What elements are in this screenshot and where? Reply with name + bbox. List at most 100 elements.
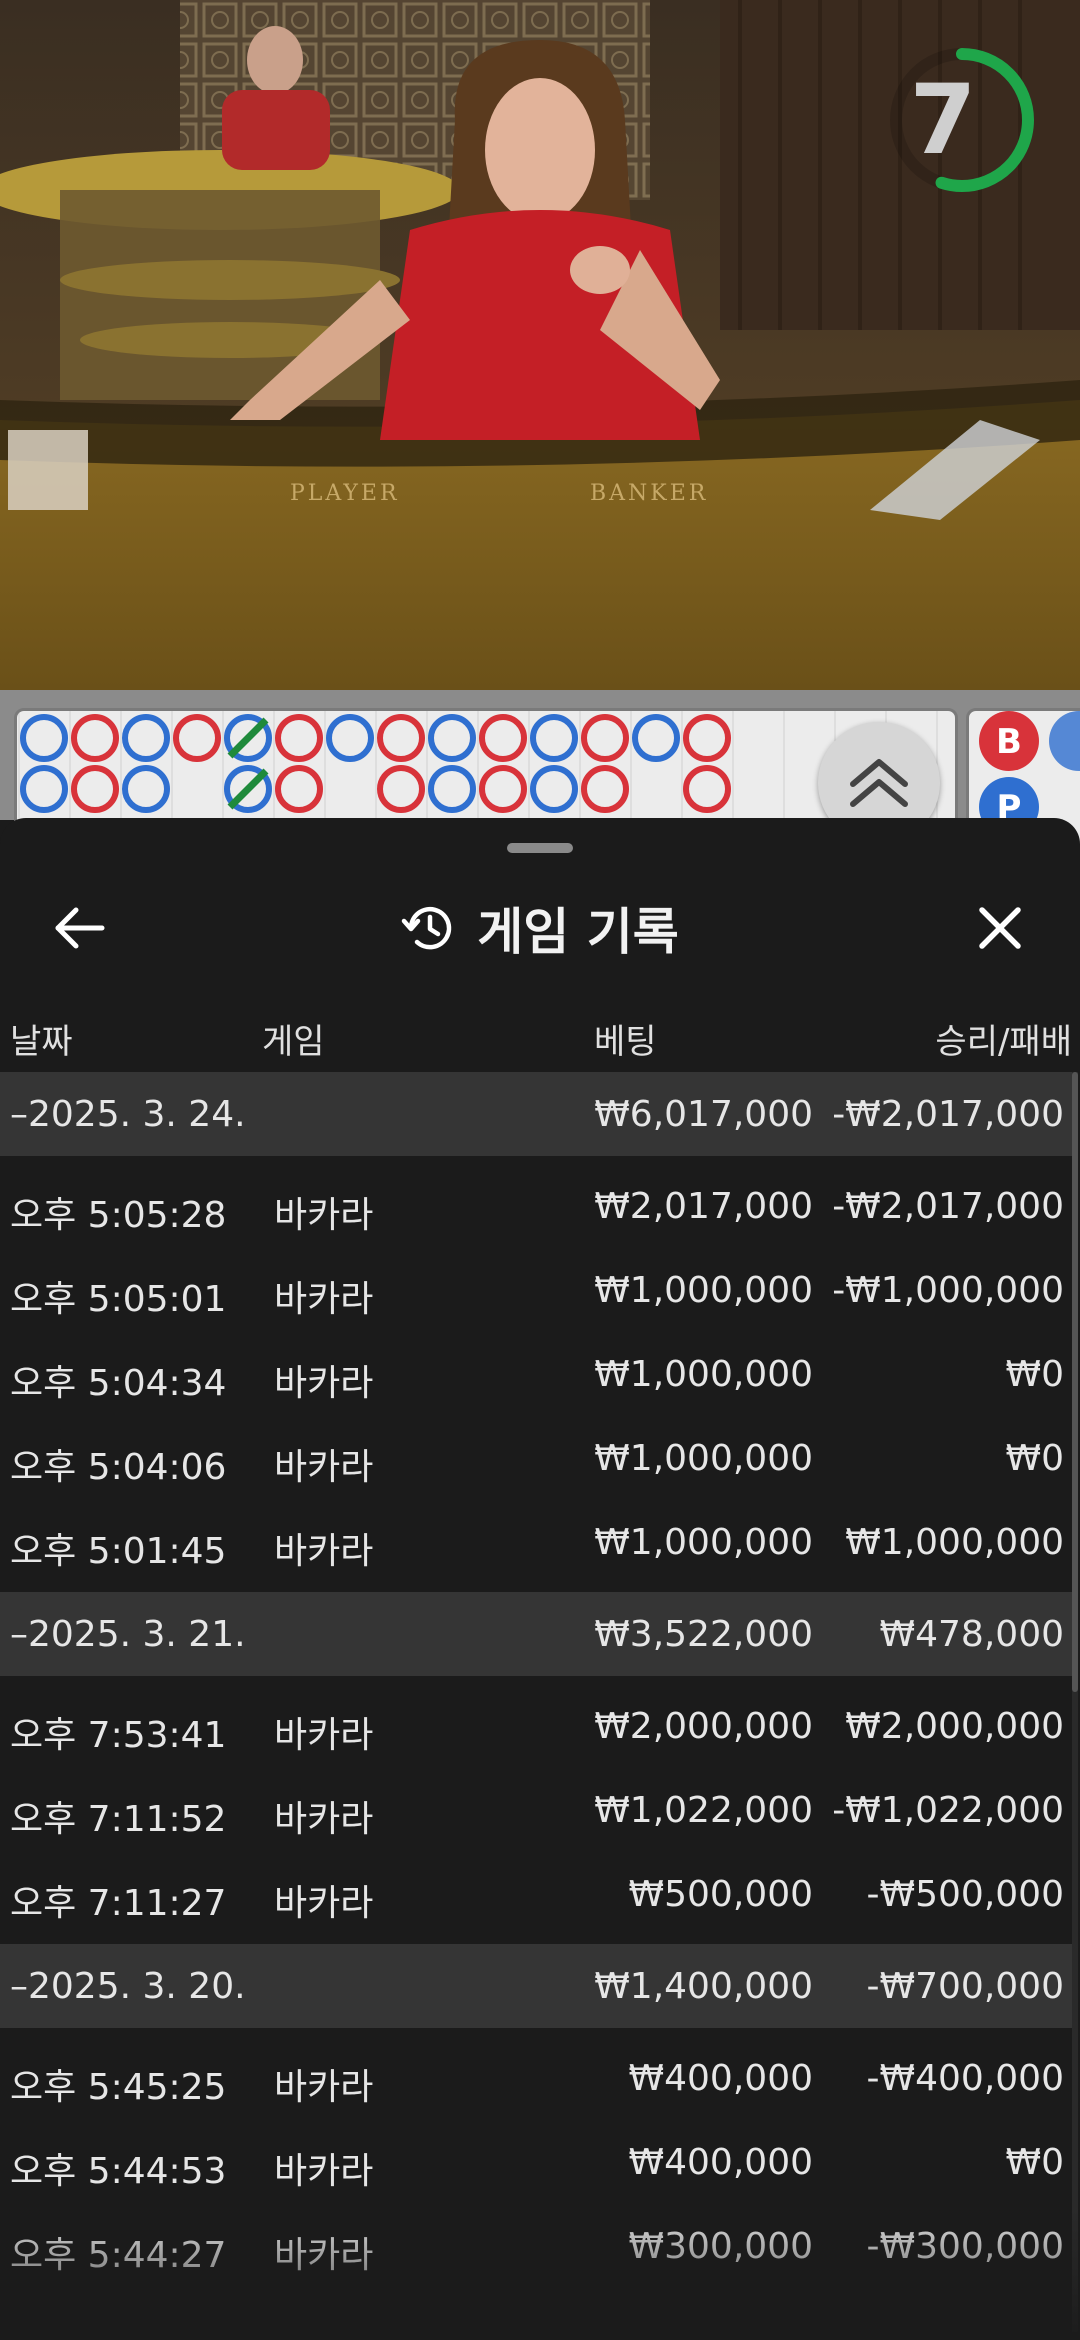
group-result-total: -₩700,000 [866, 1966, 1064, 2007]
history-row[interactable]: 오후 7:11:52 바카라 ₩1,022,000 -₩1,022,000 [0, 1768, 1072, 1852]
column-date: 날짜 [10, 1022, 73, 1062]
group-date: –2025. 3. 24. [10, 1094, 246, 1135]
row-time: 오후 5:01:45 [10, 1531, 227, 1572]
player-bead [122, 714, 170, 762]
row-time: 오후 5:44:53 [10, 2151, 227, 2192]
history-row[interactable]: 오후 5:44:53 바카라 ₩400,000 ₩0 [0, 2120, 1072, 2204]
group-bet-total: ₩1,400,000 [594, 1966, 813, 2007]
row-game: 바카라 [274, 1195, 374, 1236]
row-result: -₩1,022,000 [832, 1790, 1064, 1831]
row-time: 오후 7:11:52 [10, 1799, 227, 1840]
sheet-title-text: 게임 기록 [477, 903, 679, 961]
history-row[interactable]: 오후 5:05:28 바카라 ₩2,017,000 -₩2,017,000 [0, 1164, 1072, 1248]
row-game: 바카라 [274, 1363, 374, 1404]
player-bead [632, 714, 680, 762]
player-bead [1049, 711, 1080, 771]
row-time: 오후 5:44:27 [10, 2235, 227, 2276]
sheet-header: 게임 기록 [0, 878, 1080, 978]
row-game: 바카라 [274, 2067, 374, 2108]
group-result-total: -₩2,017,000 [832, 1094, 1064, 1135]
row-result: -₩2,017,000 [832, 1186, 1064, 1227]
player-bead [530, 765, 578, 813]
row-bet: ₩400,000 [628, 2142, 813, 2183]
banker-bead [377, 714, 425, 762]
player-bead [122, 765, 170, 813]
row-time: 오후 7:53:41 [10, 1715, 227, 1756]
player-bead [428, 765, 476, 813]
row-time: 오후 5:05:28 [10, 1195, 227, 1236]
group-bet-total: ₩6,017,000 [594, 1094, 813, 1135]
row-bet: ₩2,017,000 [594, 1186, 813, 1227]
row-bet: ₩400,000 [628, 2058, 813, 2099]
row-bet: ₩2,000,000 [594, 1706, 813, 1747]
tie-slash [227, 717, 269, 759]
player-bead [428, 714, 476, 762]
column-game: 게임 [262, 1022, 325, 1062]
row-bet: ₩1,000,000 [594, 1270, 813, 1311]
history-row[interactable]: 오후 7:53:41 바카라 ₩2,000,000 ₩2,000,000 [0, 1684, 1072, 1768]
history-row[interactable]: 오후 5:01:45 바카라 ₩1,000,000 ₩1,000,000 [0, 1500, 1072, 1584]
scrollbar-thumb[interactable] [1072, 1072, 1078, 1692]
row-bet: ₩1,000,000 [594, 1438, 813, 1479]
row-time: 오후 5:04:06 [10, 1447, 227, 1488]
history-row[interactable]: 오후 5:44:27 바카라 ₩300,000 -₩300,000 [0, 2204, 1072, 2288]
row-bet: ₩1,022,000 [594, 1790, 813, 1831]
history-row[interactable]: 오후 5:04:34 바카라 ₩1,000,000 ₩0 [0, 1332, 1072, 1416]
double-chevron-up-icon [850, 759, 908, 807]
drag-handle[interactable] [507, 843, 573, 853]
row-result: ₩0 [1005, 1438, 1065, 1479]
row-time: 오후 5:04:34 [10, 1363, 227, 1404]
banker-bead [275, 714, 323, 762]
banker-bead [71, 714, 119, 762]
player-bead [20, 714, 68, 762]
group-date: –2025. 3. 21. [10, 1614, 246, 1655]
banker-bead [71, 765, 119, 813]
player-bead [530, 714, 578, 762]
column-header-row: 날짜 게임 베팅 승리/패배 [0, 998, 1080, 1068]
player-table-label: PLAYER [290, 481, 400, 506]
row-result: ₩1,000,000 [845, 1522, 1064, 1563]
row-game: 바카라 [274, 1715, 374, 1756]
row-result: -₩1,000,000 [832, 1270, 1064, 1311]
row-game: 바카라 [274, 2235, 374, 2276]
row-game: 바카라 [274, 1799, 374, 1840]
banker-bead [683, 765, 731, 813]
banker-table-label: BANKER [590, 481, 708, 506]
date-group-header[interactable]: –2025. 3. 24. ₩6,017,000 -₩2,017,000 [0, 1072, 1072, 1156]
history-row[interactable]: 오후 5:04:06 바카라 ₩1,000,000 ₩0 [0, 1416, 1072, 1500]
group-result-total: ₩478,000 [879, 1614, 1064, 1655]
row-game: 바카라 [274, 1447, 374, 1488]
history-row[interactable]: 오후 7:11:27 바카라 ₩500,000 -₩500,000 [0, 1852, 1072, 1936]
group-date: –2025. 3. 20. [10, 1966, 246, 2007]
row-result: -₩300,000 [866, 2226, 1064, 2267]
banker-bead [479, 765, 527, 813]
history-row[interactable]: 오후 5:45:25 바카라 ₩400,000 -₩400,000 [0, 2036, 1072, 2120]
history-list: –2025. 3. 24. ₩6,017,000 -₩2,017,000 오후 … [0, 1072, 1072, 2288]
history-icon [402, 906, 452, 950]
tie-slash [227, 768, 269, 810]
row-time: 오후 5:05:01 [10, 1279, 227, 1320]
close-icon [979, 907, 1021, 949]
row-result: ₩0 [1005, 1354, 1065, 1395]
date-group-header[interactable]: –2025. 3. 20. ₩1,400,000 -₩700,000 [0, 1944, 1072, 2028]
countdown-number: 7 [909, 64, 977, 176]
banker-bead [173, 714, 221, 762]
row-time: 오후 7:11:27 [10, 1883, 227, 1924]
banker-bead [275, 765, 323, 813]
player-bead [326, 714, 374, 762]
live-video-stream: PLAYER BANKER 7 [0, 0, 1080, 690]
banker-bead [377, 765, 425, 813]
row-game: 바카라 [274, 2151, 374, 2192]
banker-bead [581, 765, 629, 813]
close-button[interactable] [968, 896, 1032, 960]
banker-bead [683, 714, 731, 762]
banker-bead [479, 714, 527, 762]
row-bet: ₩1,000,000 [594, 1522, 813, 1563]
banker-bead-label: B [996, 722, 1022, 762]
history-row[interactable]: 오후 5:05:01 바카라 ₩1,000,000 -₩1,000,000 [0, 1248, 1072, 1332]
column-result: 승리/패배 [935, 1022, 1072, 1062]
row-bet: ₩300,000 [628, 2226, 813, 2267]
date-group-header[interactable]: –2025. 3. 21. ₩3,522,000 ₩478,000 [0, 1592, 1072, 1676]
row-game: 바카라 [274, 1279, 374, 1320]
row-game: 바카라 [274, 1883, 374, 1924]
